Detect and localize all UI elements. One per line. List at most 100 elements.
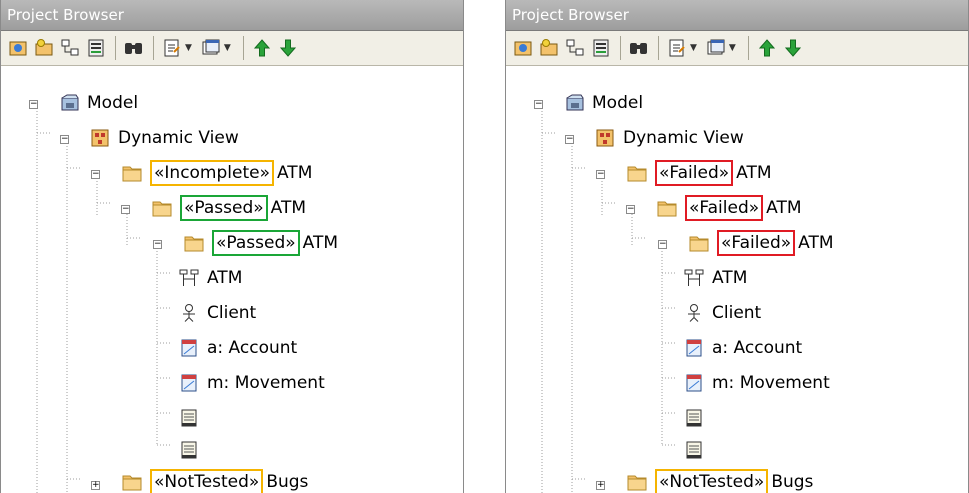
note-icon xyxy=(179,408,199,428)
tree-node-label: ATM xyxy=(207,268,243,288)
find-icon[interactable] xyxy=(628,37,650,59)
stereotype-badge: «Failed» xyxy=(717,230,796,256)
folder-icon xyxy=(184,233,204,253)
tree-node-label: Model xyxy=(592,93,644,113)
document-dropdown-icon[interactable]: ▼ xyxy=(185,43,192,53)
new-package-icon[interactable] xyxy=(512,37,534,59)
note-icon xyxy=(179,440,199,460)
window-dropdown-icon[interactable]: ▼ xyxy=(224,43,231,53)
move-up-icon[interactable] xyxy=(251,37,273,59)
window-icon[interactable] xyxy=(705,37,727,59)
new-element-icon[interactable] xyxy=(59,37,81,59)
object-icon xyxy=(684,373,704,393)
collapse-toggle[interactable]: − xyxy=(596,170,605,179)
object-icon xyxy=(179,373,199,393)
tree-node-package[interactable]: «Failed» ATM xyxy=(657,193,802,223)
tree-node-label: ATM xyxy=(798,233,834,253)
tree-node-label: Bugs xyxy=(266,472,309,492)
object-icon xyxy=(684,338,704,358)
find-icon[interactable] xyxy=(123,37,145,59)
tree-node-label: ATM xyxy=(736,163,772,183)
move-up-icon[interactable] xyxy=(756,37,778,59)
document-dropdown-icon[interactable]: ▼ xyxy=(690,43,697,53)
tree-node-object[interactable]: a: Account xyxy=(179,333,297,363)
collapse-toggle[interactable]: − xyxy=(60,135,69,144)
new-diagram-icon[interactable] xyxy=(33,37,55,59)
tree-node-package[interactable]: «Passed» ATM xyxy=(152,193,306,223)
expand-toggle[interactable]: + xyxy=(596,481,605,490)
collapse-toggle[interactable]: − xyxy=(534,100,543,109)
collapse-toggle[interactable]: − xyxy=(565,135,574,144)
new-package-icon[interactable] xyxy=(7,37,29,59)
expand-toggle[interactable]: + xyxy=(91,481,100,490)
tree-node-label: a: Account xyxy=(712,338,803,358)
tree-node-actor[interactable]: Client xyxy=(684,298,761,328)
tree-node-note[interactable] xyxy=(179,435,207,465)
tree-node-label: ATM xyxy=(270,198,307,218)
collapse-toggle[interactable]: − xyxy=(91,170,100,179)
tree-node-label: m: Movement xyxy=(712,373,830,393)
project-browser-panel-left: Project Browser ▼ ▼ − Model − Dynamic Vi… xyxy=(0,0,464,493)
project-browser-panel-right: Project Browser ▼ ▼ − Model − Dynamic Vi… xyxy=(505,0,969,493)
tree-node-dynamic-view[interactable]: Dynamic View xyxy=(595,123,744,153)
tree-node-label: Dynamic View xyxy=(118,128,239,148)
tree-node-object[interactable]: a: Account xyxy=(684,333,802,363)
panel-title: Project Browser xyxy=(1,0,463,31)
model-root-icon xyxy=(59,93,79,113)
move-down-icon[interactable] xyxy=(277,37,299,59)
tree-node-note[interactable] xyxy=(684,435,712,465)
note-icon xyxy=(684,408,704,428)
tree-node-package[interactable]: «Failed» ATM xyxy=(689,228,834,258)
tree-node-package[interactable]: «Failed» ATM xyxy=(627,158,772,188)
stereotype-badge: «Passed» xyxy=(212,230,300,256)
model-root-icon xyxy=(564,93,584,113)
window-dropdown-icon[interactable]: ▼ xyxy=(729,43,736,53)
tree-node-model[interactable]: Model xyxy=(564,88,643,118)
tree-node-diagram[interactable]: ATM xyxy=(179,263,242,293)
document-icon[interactable] xyxy=(666,37,688,59)
folder-icon xyxy=(627,472,647,492)
tree-view: − Model − Dynamic View − «Incomplete» AT… xyxy=(1,65,463,493)
window-icon[interactable] xyxy=(200,37,222,59)
object-icon xyxy=(179,338,199,358)
tree-node-package[interactable]: «NotTested» Bugs xyxy=(627,467,813,493)
folder-icon xyxy=(122,472,142,492)
tree-node-object[interactable]: m: Movement xyxy=(684,368,830,398)
panel-title: Project Browser xyxy=(506,0,968,31)
new-element-icon[interactable] xyxy=(564,37,586,59)
tree-node-dynamic-view[interactable]: Dynamic View xyxy=(90,123,239,153)
tree-node-diagram[interactable]: ATM xyxy=(684,263,747,293)
stereotype-badge: «Incomplete» xyxy=(150,160,274,186)
tree-node-label: Client xyxy=(712,303,762,323)
collapse-toggle[interactable]: − xyxy=(29,100,38,109)
new-diagram-icon[interactable] xyxy=(538,37,560,59)
stereotype-badge: «Failed» xyxy=(655,160,734,186)
toolbar-separator xyxy=(153,36,154,60)
tree-node-label: Model xyxy=(87,93,139,113)
tree-node-label: ATM xyxy=(277,163,313,183)
folder-icon xyxy=(152,198,172,218)
note-icon xyxy=(684,440,704,460)
tree-node-label: m: Movement xyxy=(207,373,325,393)
stereotype-badge: «NotTested» xyxy=(655,469,769,493)
tree-node-label: a: Account xyxy=(207,338,298,358)
tree-node-note[interactable] xyxy=(179,403,207,433)
tree-node-package[interactable]: «Incomplete» ATM xyxy=(122,158,312,188)
toolbar: ▼ ▼ xyxy=(506,31,968,66)
sequence-diagram-icon xyxy=(684,268,704,288)
tree-node-package[interactable]: «Passed» ATM xyxy=(184,228,338,258)
tree-node-object[interactable]: m: Movement xyxy=(179,368,325,398)
move-down-icon[interactable] xyxy=(782,37,804,59)
tree-node-actor[interactable]: Client xyxy=(179,298,256,328)
collapse-toggle[interactable]: − xyxy=(658,240,667,249)
stereotype-badge: «NotTested» xyxy=(150,469,264,493)
document-icon[interactable] xyxy=(161,37,183,59)
properties-icon[interactable] xyxy=(85,37,107,59)
tree-node-package[interactable]: «NotTested» Bugs xyxy=(122,467,308,493)
collapse-toggle[interactable]: − xyxy=(121,205,130,214)
collapse-toggle[interactable]: − xyxy=(153,240,162,249)
tree-node-model[interactable]: Model xyxy=(59,88,138,118)
tree-node-note[interactable] xyxy=(684,403,712,433)
properties-icon[interactable] xyxy=(590,37,612,59)
collapse-toggle[interactable]: − xyxy=(626,205,635,214)
